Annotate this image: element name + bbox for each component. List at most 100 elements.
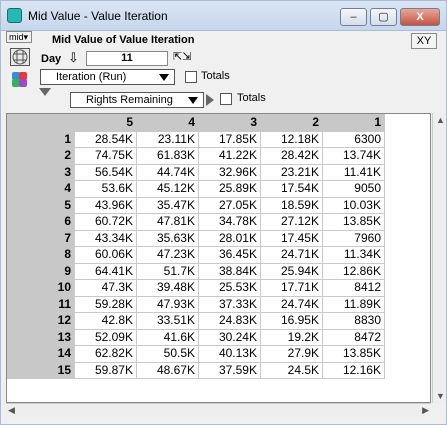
row-header[interactable]: 9 [7,262,75,280]
scroll-right-icon[interactable]: ▶ [422,405,429,416]
table-cell[interactable]: 36.45K [198,246,261,264]
row-header[interactable]: 13 [7,328,75,346]
row-header[interactable]: 8 [7,246,75,264]
scroll-down-icon[interactable]: ▼ [436,391,445,401]
table-cell[interactable]: 24.83K [198,312,261,330]
table-cell[interactable]: 41.22K [198,147,261,165]
table-cell[interactable]: 37.33K [198,295,261,313]
mid-dropdown[interactable]: mid▾ [6,31,32,43]
table-cell[interactable]: 24.5K [260,361,323,379]
table-cell[interactable]: 62.82K [74,345,137,363]
table-cell[interactable]: 27.9K [260,345,323,363]
table-cell[interactable]: 11.41K [322,163,385,181]
table-cell[interactable]: 59.87K [74,361,137,379]
table-cell[interactable]: 17.54K [260,180,323,198]
table-cell[interactable]: 11.89K [322,295,385,313]
table-cell[interactable]: 9050 [322,180,385,198]
scroll-up-icon[interactable]: ▲ [436,115,445,125]
table-cell[interactable]: 32.96K [198,163,261,181]
table-cell[interactable]: 13.85K [322,213,385,231]
table-cell[interactable]: 44.74K [136,163,199,181]
table-cell[interactable]: 17.85K [198,130,261,148]
day-decrement-icon[interactable]: ⇩ [68,50,79,66]
table-cell[interactable]: 47.23K [136,246,199,264]
maximize-button[interactable]: ▢ [370,8,397,26]
row-header[interactable]: 15 [7,361,75,379]
table-cell[interactable]: 47.3K [74,279,137,297]
row-header[interactable]: 2 [7,147,75,165]
table-cell[interactable]: 50.5K [136,345,199,363]
iteration-dropdown[interactable]: Iteration (Run) [40,69,175,85]
table-cell[interactable]: 13.85K [322,345,385,363]
table-cell[interactable]: 11.34K [322,246,385,264]
table-cell[interactable]: 43.34K [74,229,137,247]
row-header[interactable]: 14 [7,345,75,363]
table-cell[interactable]: 42.8K [74,312,137,330]
table-cell[interactable]: 59.28K [74,295,137,313]
row-header[interactable]: 3 [7,163,75,181]
table-cell[interactable]: 18.59K [260,196,323,214]
row-header[interactable]: 4 [7,180,75,198]
table-cell[interactable]: 51.7K [136,262,199,280]
table-cell[interactable]: 34.78K [198,213,261,231]
table-cell[interactable]: 17.45K [260,229,323,247]
table-cell[interactable]: 30.24K [198,328,261,346]
table-cell[interactable]: 16.95K [260,312,323,330]
horizontal-scrollbar[interactable]: ◀ ▶ [6,403,431,417]
table-cell[interactable]: 41.6K [136,328,199,346]
rights-dropdown[interactable]: Rights Remaining [70,92,204,108]
table-cell[interactable]: 13.74K [322,147,385,165]
table-cell[interactable]: 25.94K [260,262,323,280]
table-cell[interactable]: 28.01K [198,229,261,247]
row-header[interactable]: 12 [7,312,75,330]
table-cell[interactable]: 64.41K [74,262,137,280]
table-cell[interactable]: 48.67K [136,361,199,379]
table-cell[interactable]: 25.89K [198,180,261,198]
row-header[interactable]: 10 [7,279,75,297]
column-header[interactable]: 3 [198,114,261,132]
totals-checkbox[interactable] [185,71,197,83]
column-header[interactable]: 1 [322,114,385,132]
row-header[interactable]: 5 [7,196,75,214]
table-cell[interactable]: 35.63K [136,229,199,247]
row-header[interactable]: 11 [7,295,75,313]
table-cell[interactable]: 45.12K [136,180,199,198]
table-cell[interactable]: 23.21K [260,163,323,181]
table-cell[interactable]: 27.12K [260,213,323,231]
table-cell[interactable]: 7960 [322,229,385,247]
table-cell[interactable]: 27.05K [198,196,261,214]
table-cell[interactable]: 56.54K [74,163,137,181]
table-cell[interactable]: 74.75K [74,147,137,165]
close-button[interactable]: X [400,8,440,26]
table-cell[interactable]: 19.2K [260,328,323,346]
row-header[interactable]: 7 [7,229,75,247]
vertical-scrollbar[interactable]: ▲ ▼ [432,113,446,403]
table-cell[interactable]: 38.84K [198,262,261,280]
column-header[interactable]: 4 [136,114,199,132]
table-cell[interactable]: 17.71K [260,279,323,297]
row-header[interactable]: 6 [7,213,75,231]
table-cell[interactable]: 39.48K [136,279,199,297]
day-step-icon[interactable]: ⇱⇲ [173,50,191,63]
table-cell[interactable]: 33.51K [136,312,199,330]
table-cell[interactable]: 6300 [322,130,385,148]
day-field[interactable]: 11 [86,51,168,66]
table-cell[interactable]: 12.16K [322,361,385,379]
data-grid[interactable]: 5 4 3 2 1 1 28.54K 23.11K 17.85K 12.18K 6300 2… [6,113,431,403]
table-cell[interactable]: 35.47K [136,196,199,214]
table-cell[interactable]: 47.93K [136,295,199,313]
title-bar[interactable]: Mid Value - Value Iteration – ▢ X [1,1,446,31]
table-cell[interactable]: 52.09K [74,328,137,346]
table-cell[interactable]: 61.83K [136,147,199,165]
table-cell[interactable]: 37.59K [198,361,261,379]
minimize-button[interactable]: – [340,8,367,26]
table-cell[interactable]: 8830 [322,312,385,330]
table-cell[interactable]: 10.03K [322,196,385,214]
table-cell[interactable]: 24.71K [260,246,323,264]
totals2-checkbox[interactable] [220,93,232,105]
table-cell[interactable]: 28.54K [74,130,137,148]
scroll-left-icon[interactable]: ◀ [8,405,15,416]
table-cell[interactable]: 53.6K [74,180,137,198]
table-cell[interactable]: 12.86K [322,262,385,280]
table-cell[interactable]: 12.18K [260,130,323,148]
